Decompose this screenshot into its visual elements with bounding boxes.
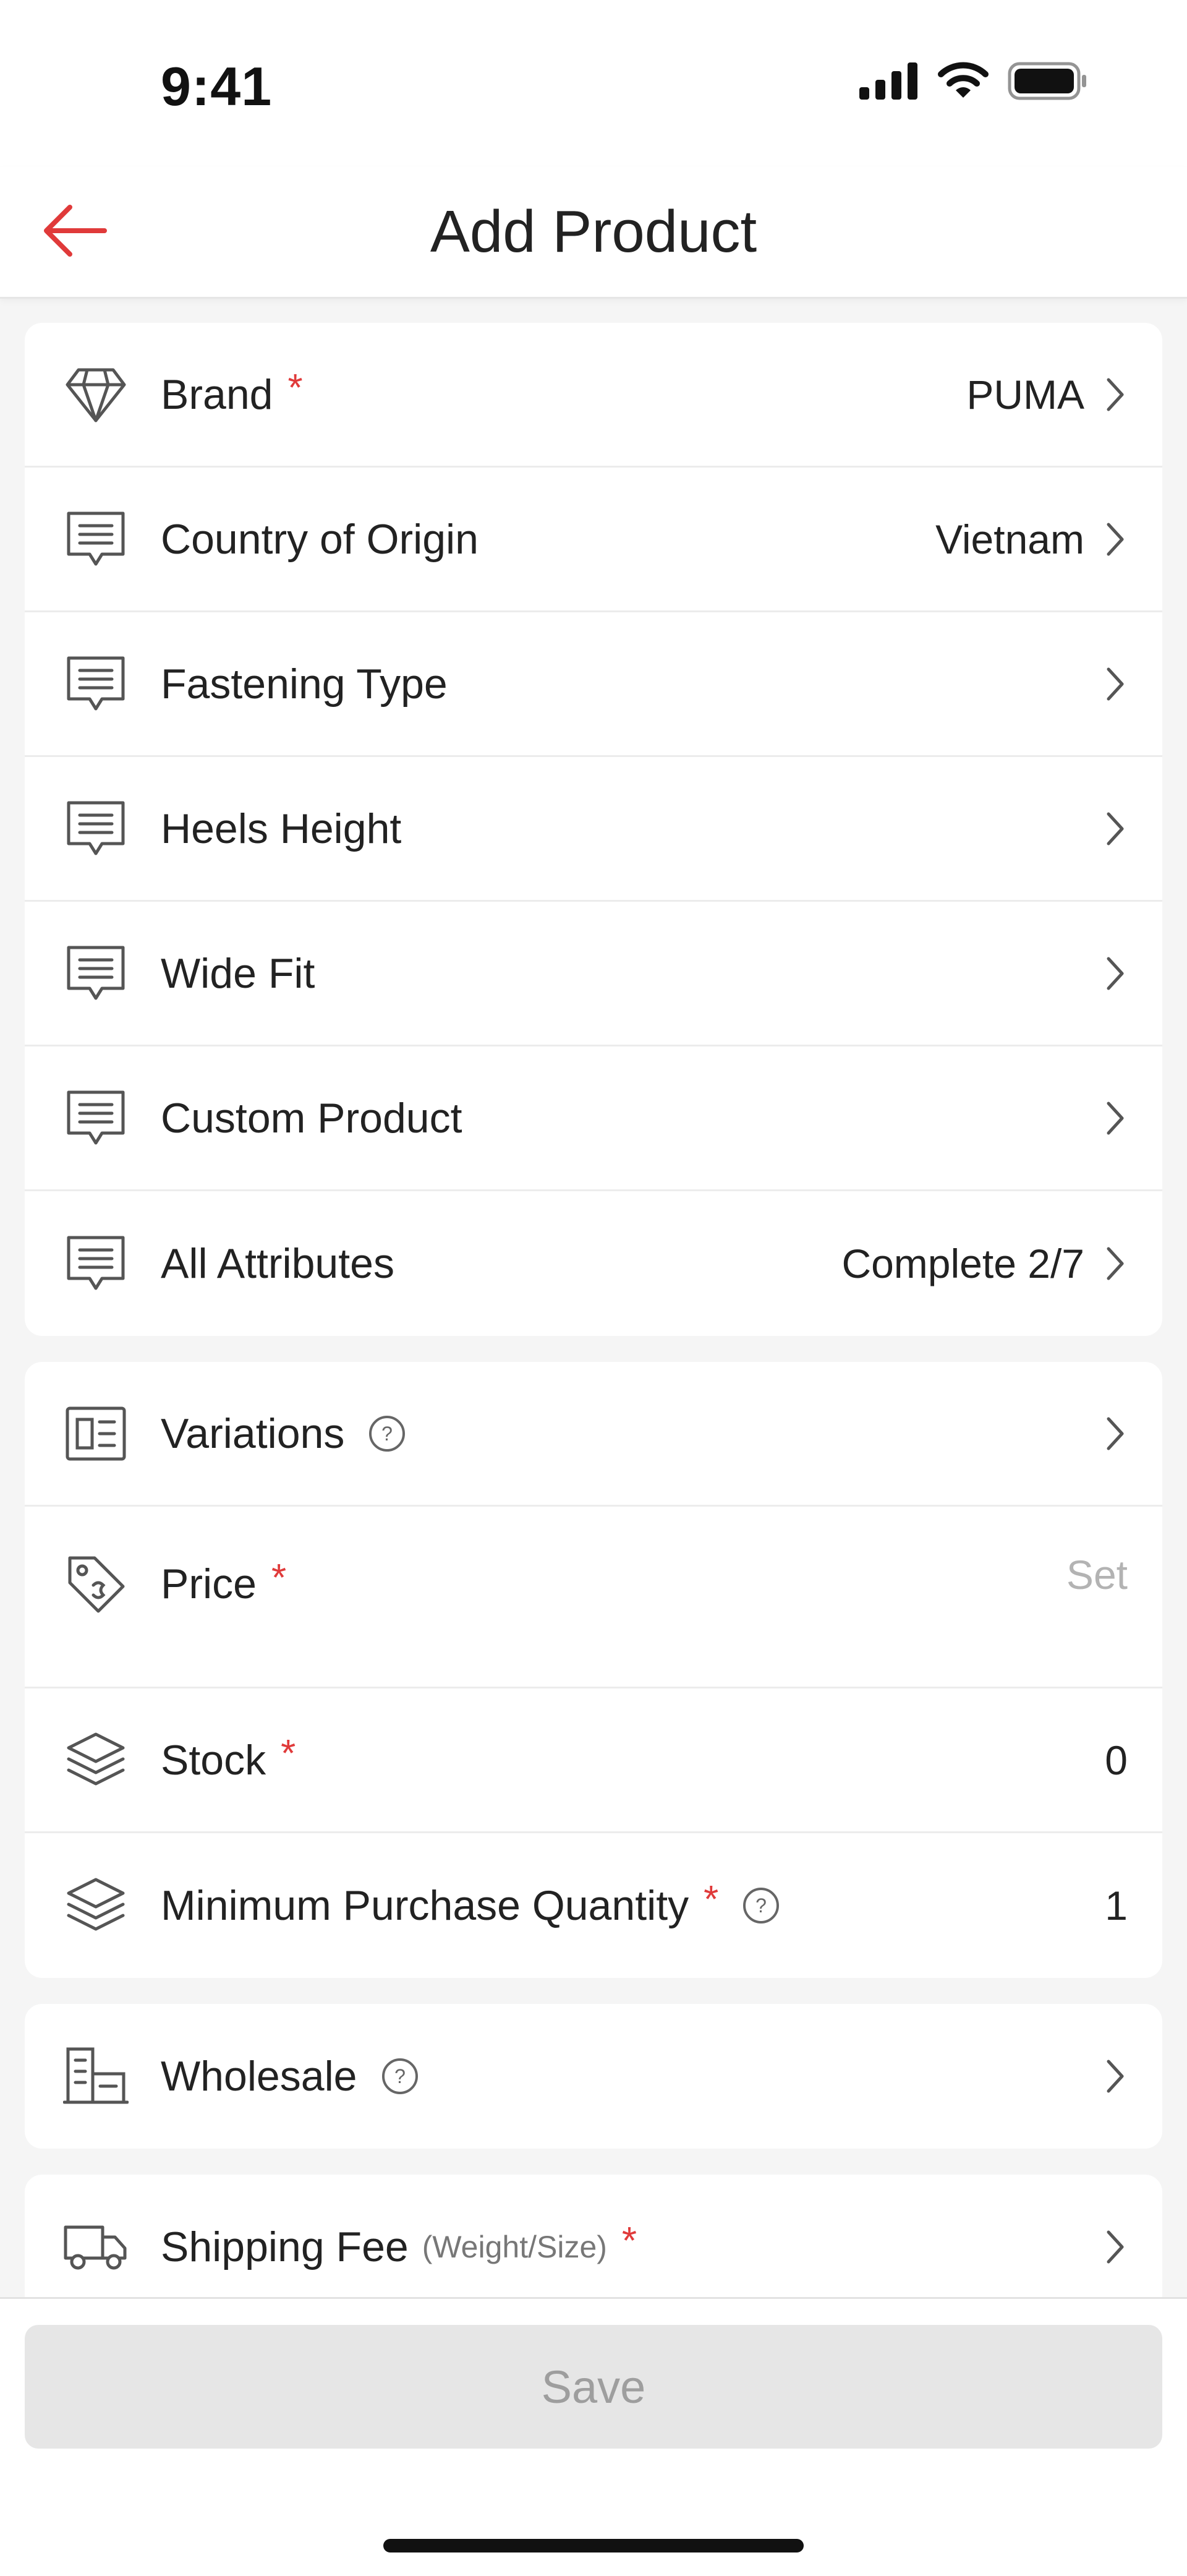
wholesale-label: Wholesale [161, 2053, 357, 2100]
question-circle-icon[interactable]: ? [368, 1414, 406, 1453]
navigation-bar: Add Product [0, 167, 1187, 299]
chevron-right-icon [1103, 1412, 1128, 1455]
stock-value[interactable]: 0 [1105, 1735, 1128, 1785]
required-marker: * [704, 1878, 719, 1921]
message-lines-icon [62, 505, 130, 573]
wide-fit-label: Wide Fit [161, 949, 315, 997]
price-row[interactable]: Price * Set [25, 1507, 1162, 1688]
chevron-right-icon [1103, 2225, 1128, 2269]
status-icons [859, 62, 1088, 103]
page-title: Add Product [430, 199, 757, 265]
brand-row[interactable]: Brand * PUMA [25, 323, 1162, 468]
svg-text:?: ? [394, 2065, 406, 2087]
variations-row[interactable]: Variations ? [25, 1362, 1162, 1507]
all-attributes-row[interactable]: All Attributes Complete 2/7 [25, 1191, 1162, 1336]
minimum-purchase-quantity-label: Minimum Purchase Quantity [161, 1882, 689, 1929]
shipping-card: Shipping Fee (Weight/Size) * [25, 2175, 1162, 2297]
chevron-right-icon [1103, 952, 1128, 995]
bottom-action-bar: Save [0, 2297, 1187, 2576]
minimum-purchase-quantity-value[interactable]: 1 [1105, 1881, 1128, 1930]
chevron-right-icon [1103, 662, 1128, 706]
chevron-right-icon [1103, 807, 1128, 850]
question-circle-icon[interactable]: ? [742, 1886, 780, 1925]
heels-height-row[interactable]: Heels Height [25, 757, 1162, 902]
required-marker: * [281, 1732, 296, 1775]
svg-text:?: ? [755, 1894, 767, 1917]
country-of-origin-row[interactable]: Country of Origin Vietnam [25, 468, 1162, 612]
variations-label: Variations [161, 1410, 345, 1457]
save-button[interactable]: Save [25, 2325, 1162, 2449]
custom-product-label: Custom Product [161, 1094, 462, 1142]
status-bar: 9:41 [0, 0, 1187, 167]
battery-icon [1008, 62, 1088, 103]
stock-label: Stock [161, 1736, 266, 1784]
sales-info-card: Variations ? Price * Set Stock * 0 Minim… [25, 1362, 1162, 1978]
message-lines-icon [62, 939, 130, 1008]
chevron-right-icon [1103, 2055, 1128, 2098]
wide-fit-row[interactable]: Wide Fit [25, 902, 1162, 1046]
country-of-origin-value: Vietnam [935, 516, 1084, 562]
wifi-icon [937, 62, 989, 103]
chevron-right-icon [1103, 373, 1128, 416]
wholesale-row[interactable]: Wholesale ? [25, 2004, 1162, 2149]
required-marker: * [271, 1556, 287, 1599]
shipping-fee-sublabel: (Weight/Size) [422, 2230, 607, 2264]
status-time: 9:41 [161, 56, 273, 117]
brand-label: Brand [161, 370, 273, 418]
heels-height-label: Heels Height [161, 805, 402, 852]
fastening-type-label: Fastening Type [161, 660, 448, 708]
wholesale-icon [62, 2042, 130, 2110]
shipping-fee-label: Shipping Fee [161, 2223, 409, 2270]
custom-product-row[interactable]: Custom Product [25, 1046, 1162, 1191]
all-attributes-value: Complete 2/7 [841, 1241, 1084, 1286]
chevron-right-icon [1103, 1097, 1128, 1140]
brand-value: PUMA [966, 371, 1084, 417]
country-of-origin-label: Country of Origin [161, 515, 479, 563]
stock-row[interactable]: Stock * 0 [25, 1688, 1162, 1833]
chevron-right-icon [1103, 1242, 1128, 1285]
message-lines-icon [62, 1084, 130, 1152]
all-attributes-label: All Attributes [161, 1240, 394, 1287]
message-lines-icon [62, 650, 130, 718]
svg-text:?: ? [381, 1423, 393, 1445]
diamond-icon [62, 361, 130, 429]
truck-icon [62, 2213, 130, 2281]
attributes-card: Brand * PUMA Country of Origin Vietnam F… [25, 323, 1162, 1336]
message-lines-icon [62, 795, 130, 863]
cellular-signal-icon [859, 62, 919, 103]
shipping-fee-row[interactable]: Shipping Fee (Weight/Size) * [25, 2175, 1162, 2297]
required-marker: * [287, 367, 303, 409]
layers-icon [62, 1872, 130, 1940]
form-content[interactable]: Brand * PUMA Country of Origin Vietnam F… [25, 323, 1162, 2297]
required-marker: * [621, 2219, 637, 2262]
home-indicator [383, 2539, 804, 2552]
message-lines-icon [62, 1230, 130, 1298]
wholesale-card: Wholesale ? [25, 2004, 1162, 2149]
chevron-right-icon [1103, 518, 1128, 561]
layers-icon [62, 1726, 130, 1794]
price-tag-icon [62, 1550, 130, 1618]
price-value[interactable]: Set [1066, 1550, 1128, 1599]
minimum-purchase-quantity-row[interactable]: Minimum Purchase Quantity * ? 1 [25, 1833, 1162, 1978]
price-label: Price [161, 1560, 257, 1607]
fastening-type-row[interactable]: Fastening Type [25, 612, 1162, 757]
question-circle-icon[interactable]: ? [381, 2057, 419, 2095]
variations-icon [62, 1400, 130, 1468]
